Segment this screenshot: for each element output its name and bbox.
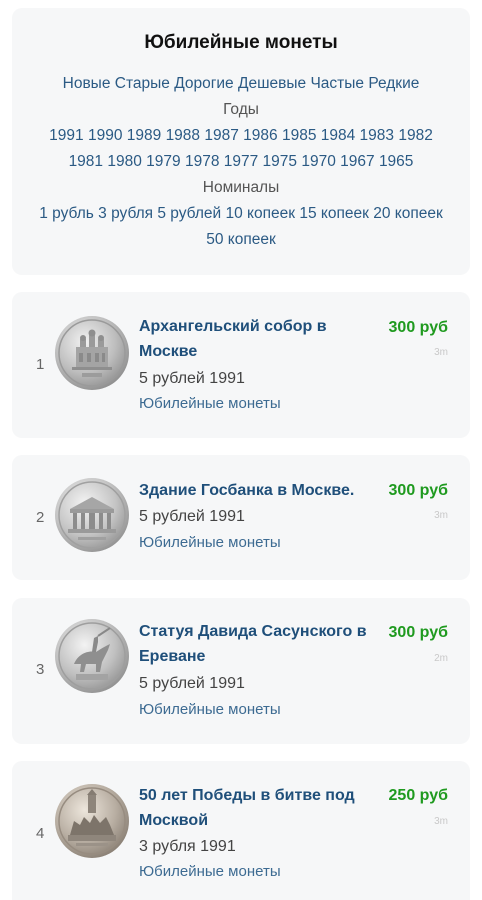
coin-denomination: 5 рублей 1991 xyxy=(139,508,245,525)
coin-time: 3m xyxy=(434,816,448,827)
coin-denomination: 5 рублей 1991 xyxy=(139,370,245,387)
year-link[interactable]: 1965 xyxy=(379,153,413,170)
year-link[interactable]: 1984 xyxy=(321,127,355,144)
denomination-link[interactable]: 1 рубль xyxy=(39,205,94,222)
coin-time: 3m xyxy=(434,510,448,521)
sort-old-link[interactable]: Старые xyxy=(115,75,170,92)
coin-rank: 4 xyxy=(36,825,45,842)
coin-list-item[interactable]: 2 Здание Госбанка в Москве. 5 рублей 199… xyxy=(12,455,470,580)
sort-cheap-link[interactable]: Дешевые xyxy=(238,75,306,92)
page-title: Юбилейные монеты xyxy=(144,32,338,53)
year-link[interactable]: 1987 xyxy=(204,127,238,144)
denominations-row-2: 50 копеек xyxy=(12,227,470,253)
coin-category-link[interactable]: Юбилейные монеты xyxy=(139,700,281,720)
year-link[interactable]: 1985 xyxy=(282,127,316,144)
battle-of-moscow-coin-icon[interactable] xyxy=(54,783,130,859)
year-link[interactable]: 1981 xyxy=(69,153,103,170)
coin-rank: 3 xyxy=(36,661,45,678)
denomination-link[interactable]: 5 рублей xyxy=(157,205,221,222)
year-link[interactable]: 1977 xyxy=(224,153,258,170)
coin-list-item[interactable]: 3 Статуя Давида Сасунского в Ереване 5 р… xyxy=(12,598,470,744)
coin-time: 3m xyxy=(434,347,448,358)
coin-denomination: 3 рубля 1991 xyxy=(139,838,236,855)
years-heading: Годы xyxy=(223,101,259,118)
year-link[interactable]: 1982 xyxy=(398,127,432,144)
filter-panel: Юбилейные монеты Новые Старые Дорогие Де… xyxy=(12,8,470,275)
year-link[interactable]: 1988 xyxy=(166,127,200,144)
denomination-link[interactable]: 10 копеек xyxy=(226,205,296,222)
year-link[interactable]: 1967 xyxy=(340,153,374,170)
state-bank-building-coin-icon[interactable] xyxy=(54,477,130,553)
denomination-link[interactable]: 20 копеек xyxy=(373,205,443,222)
sort-options: Новые Старые Дорогие Дешевые Частые Редк… xyxy=(12,71,470,97)
archangel-cathedral-coin-icon[interactable] xyxy=(54,315,130,391)
coin-price: 250 руб xyxy=(388,787,448,804)
sort-new-link[interactable]: Новые xyxy=(63,75,111,92)
coin-list-item[interactable]: 1 Архангельский собор в Москве 5 рублей … xyxy=(12,292,470,438)
year-link[interactable]: 1970 xyxy=(301,153,335,170)
year-link[interactable]: 1989 xyxy=(127,127,161,144)
coin-category-link[interactable]: Юбилейные монеты xyxy=(139,862,281,882)
coin-denomination: 5 рублей 1991 xyxy=(139,675,245,692)
year-link[interactable]: 1990 xyxy=(88,127,122,144)
denomination-link[interactable]: 50 копеек xyxy=(206,231,276,248)
year-link[interactable]: 1980 xyxy=(107,153,141,170)
coin-price: 300 руб xyxy=(388,482,448,499)
year-link[interactable]: 1975 xyxy=(263,153,297,170)
year-link[interactable]: 1986 xyxy=(243,127,277,144)
denomination-link[interactable]: 3 рубля xyxy=(98,205,153,222)
david-of-sasun-statue-coin-icon[interactable] xyxy=(54,618,130,694)
coin-title-link[interactable]: Здание Госбанка в Москве. xyxy=(139,478,389,503)
coin-time: 2m xyxy=(434,653,448,664)
year-link[interactable]: 1991 xyxy=(49,127,83,144)
years-row-2: 1981 1980 1979 1978 1977 1975 1970 1967 … xyxy=(12,149,470,175)
page: Юбилейные монеты Новые Старые Дорогие Де… xyxy=(0,0,482,900)
denominations-row-1: 1 рубль 3 рубля 5 рублей 10 копеек 15 ко… xyxy=(12,201,470,227)
sort-rare-link[interactable]: Редкие xyxy=(368,75,419,92)
coin-price: 300 руб xyxy=(388,624,448,641)
denominations-heading: Номиналы xyxy=(202,179,280,196)
coin-category-link[interactable]: Юбилейные монеты xyxy=(139,533,281,553)
year-link[interactable]: 1983 xyxy=(360,127,394,144)
coin-price: 300 руб xyxy=(388,319,448,336)
year-link[interactable]: 1978 xyxy=(185,153,219,170)
coin-list-item[interactable]: 4 50 лет Победы в битве под Москвой 3 ру… xyxy=(12,761,470,900)
year-link[interactable]: 1979 xyxy=(146,153,180,170)
coin-rank: 1 xyxy=(36,356,45,373)
coin-category-link[interactable]: Юбилейные монеты xyxy=(139,394,281,414)
coin-title-link[interactable]: Архангельский собор в Москве xyxy=(139,314,389,364)
coin-title-link[interactable]: 50 лет Победы в битве под Москвой xyxy=(139,783,389,833)
denomination-link[interactable]: 15 копеек xyxy=(299,205,369,222)
coin-rank: 2 xyxy=(36,509,45,526)
years-row-1: 1991 1990 1989 1988 1987 1986 1985 1984 … xyxy=(12,123,470,149)
coin-title-link[interactable]: Статуя Давида Сасунского в Ереване xyxy=(139,619,389,669)
sort-expensive-link[interactable]: Дорогие xyxy=(174,75,233,92)
sort-common-link[interactable]: Частые xyxy=(310,75,364,92)
